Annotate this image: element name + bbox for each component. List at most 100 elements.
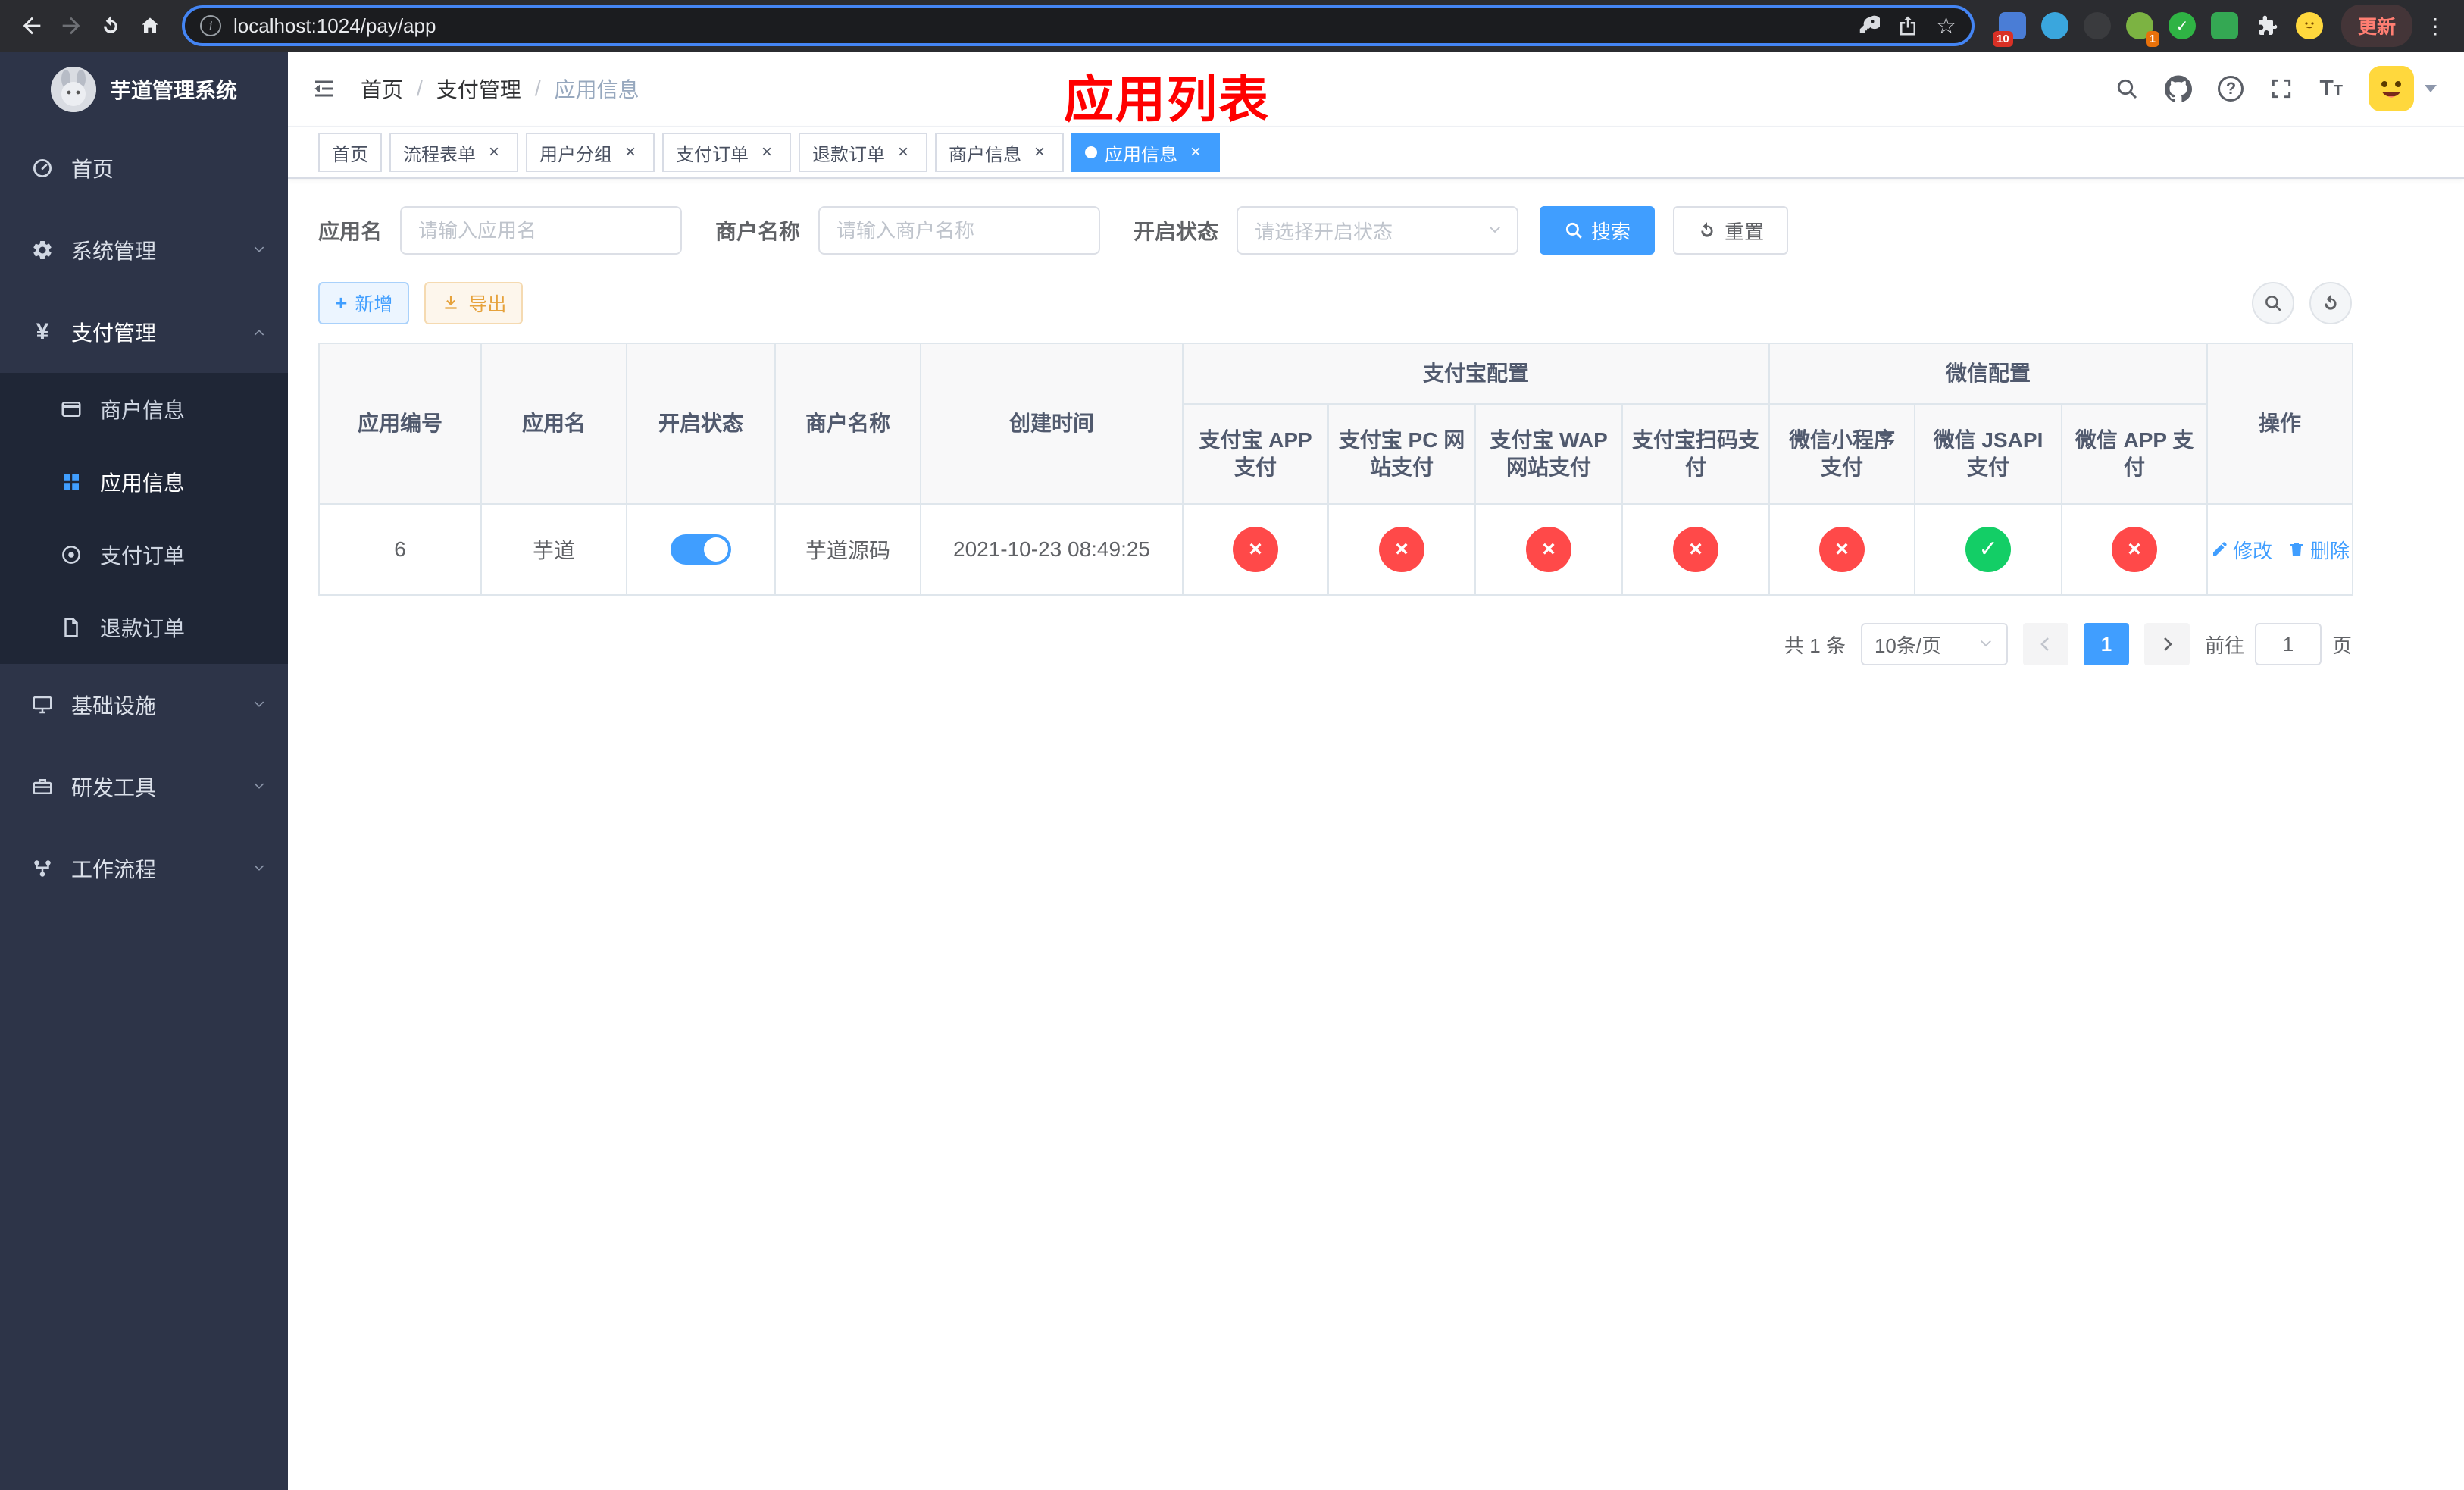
status-select[interactable]: 请选择开启状态 — [1237, 206, 1519, 255]
sidebar-item-dev-tools[interactable]: 研发工具 — [0, 746, 288, 828]
search-button[interactable]: 搜索 — [1540, 206, 1656, 255]
page-size-value: 10条/页 — [1874, 634, 1942, 657]
delete-button[interactable]: 删除 — [2287, 536, 2350, 564]
chevron-down-icon — [252, 697, 267, 712]
extension-icon-apps[interactable]: 10 — [1992, 12, 2026, 47]
edit-button[interactable]: 修改 — [2210, 536, 2272, 564]
col-header-actions: 操作 — [2206, 343, 2354, 505]
password-key-icon[interactable] — [1857, 14, 1881, 37]
sidebar-item-refund-orders[interactable]: 退款订单 — [0, 591, 288, 664]
pagination: 共 1 条 10条/页 1 前往 页 — [318, 623, 2352, 665]
sidebar-item-workflow[interactable]: 工作流程 — [0, 828, 288, 909]
bookmark-star-icon[interactable]: ☆ — [1936, 13, 1956, 39]
main-area: 首页 / 支付管理 / 应用信息 应用列表 ? TT 首页 流程表单 × 用户分… — [288, 52, 2464, 1490]
close-icon[interactable]: × — [1029, 142, 1050, 163]
user-menu[interactable] — [2369, 66, 2437, 111]
chevron-right-icon — [2164, 637, 2172, 651]
sidebar: 芋道管理系统 首页 系统管理 ¥ 支付管理 商户信息 应用信息 支付订单 退款订… — [0, 52, 288, 1490]
sidebar-item-system[interactable]: 系统管理 — [0, 209, 288, 291]
sidebar-item-infrastructure[interactable]: 基础设施 — [0, 664, 288, 746]
extension-icon-green-doc[interactable] — [2210, 12, 2238, 39]
user-avatar — [2369, 66, 2414, 111]
sidebar-item-merchant-info[interactable]: 商户信息 — [0, 373, 288, 446]
header-search-icon[interactable] — [2115, 77, 2139, 101]
extension-icon-dark[interactable] — [2083, 12, 2111, 39]
browser-menu-icon[interactable]: ⋮ — [2419, 14, 2452, 39]
extension-icon-avatar[interactable]: 1 — [2125, 12, 2159, 47]
sidebar-item-home[interactable]: 首页 — [0, 127, 288, 209]
chevron-down-icon — [1487, 222, 1503, 239]
col-header-app-id: 应用编号 — [318, 343, 482, 505]
tab-app-info[interactable]: 应用信息 × — [1071, 133, 1220, 172]
tab-user-group[interactable]: 用户分组 × — [526, 133, 655, 172]
arrow-left-icon — [23, 17, 41, 35]
dashboard-icon — [30, 157, 55, 180]
search-icon — [2265, 296, 2281, 311]
sidebar-item-label: 商户信息 — [100, 399, 186, 422]
app-title: 芋道管理系统 — [109, 79, 237, 102]
goto-page-input[interactable] — [2254, 623, 2322, 665]
table-tools — [2252, 282, 2352, 324]
goto-page: 前往 页 — [2205, 623, 2352, 665]
browser-back-button[interactable] — [12, 6, 52, 45]
sidebar-item-payment[interactable]: ¥ 支付管理 — [0, 291, 288, 373]
close-icon[interactable]: × — [893, 142, 914, 163]
sidebar-item-label: 基础设施 — [71, 694, 157, 718]
close-icon[interactable]: × — [483, 142, 505, 163]
tab-process-form[interactable]: 流程表单 × — [389, 133, 518, 172]
extension-icon-drop[interactable] — [2040, 12, 2068, 39]
extension-icon-emoji-face[interactable] — [2295, 12, 2323, 39]
app-name-input[interactable] — [400, 206, 683, 255]
extension-icon-check[interactable]: ✓ — [2168, 12, 2196, 39]
merchant-name-input[interactable] — [818, 206, 1101, 255]
reset-button[interactable]: 重置 — [1673, 206, 1789, 255]
help-icon[interactable]: ? — [2218, 76, 2244, 102]
add-button[interactable]: + 新增 — [318, 282, 410, 324]
tab-refund-orders[interactable]: 退款订单 × — [799, 133, 927, 172]
download-icon — [445, 296, 457, 309]
cell-merchant: 芋道源码 — [774, 503, 921, 596]
breadcrumb-item-home[interactable]: 首页 — [361, 74, 403, 104]
chevron-up-icon — [252, 324, 267, 340]
status-label: 开启状态 — [1134, 220, 1219, 243]
toggle-search-button[interactable] — [2252, 282, 2294, 324]
status-switch[interactable] — [671, 534, 731, 565]
sidebar-item-pay-orders[interactable]: 支付订单 — [0, 518, 288, 591]
prev-page-button[interactable] — [2022, 623, 2068, 665]
extensions-puzzle-icon[interactable] — [2253, 12, 2281, 39]
status-select-placeholder: 请选择开启状态 — [1255, 220, 1393, 243]
sidebar-logo[interactable]: 芋道管理系统 — [0, 52, 288, 127]
page-size-select[interactable]: 10条/页 — [1860, 623, 2008, 665]
site-info-icon[interactable]: i — [200, 15, 221, 36]
col-header-wechat-jsapi: 微信 JSAPI 支付 — [1914, 403, 2063, 505]
url-text[interactable]: localhost:1024/pay/app — [233, 14, 1845, 38]
tab-home[interactable]: 首页 — [318, 133, 382, 172]
sidebar-item-app-info[interactable]: 应用信息 — [0, 446, 288, 518]
browser-forward-button[interactable] — [52, 6, 91, 45]
extension-badge: 1 — [2145, 31, 2159, 47]
chevron-down-icon — [252, 779, 267, 794]
close-icon[interactable]: × — [756, 142, 777, 163]
page-number-button[interactable]: 1 — [2083, 623, 2129, 665]
channel-enabled-icon: ✓ — [1965, 527, 2012, 572]
browser-update-button[interactable]: 更新 — [2340, 5, 2412, 47]
close-icon[interactable]: × — [1185, 142, 1206, 163]
next-page-button[interactable] — [2143, 623, 2190, 665]
sidebar-item-label: 支付订单 — [100, 544, 186, 568]
font-size-icon[interactable]: TT — [2319, 77, 2343, 100]
col-header-wechat-app: 微信 APP 支付 — [2061, 403, 2209, 505]
browser-reload-button[interactable] — [91, 6, 130, 45]
col-header-merchant: 商户名称 — [774, 343, 921, 505]
goto-suffix: 页 — [2331, 634, 2352, 657]
share-icon[interactable] — [1896, 14, 1919, 37]
address-bar[interactable]: i localhost:1024/pay/app ☆ — [182, 5, 1975, 46]
refresh-table-button[interactable] — [2309, 282, 2352, 324]
tab-merchant-info[interactable]: 商户信息 × — [935, 133, 1064, 172]
fullscreen-icon[interactable] — [2269, 77, 2294, 101]
sidebar-toggle-button[interactable] — [288, 52, 361, 127]
close-icon[interactable]: × — [620, 142, 641, 163]
export-button[interactable]: 导出 — [424, 282, 524, 324]
browser-home-button[interactable] — [130, 6, 170, 45]
github-icon[interactable] — [2165, 75, 2193, 102]
tab-pay-orders[interactable]: 支付订单 × — [662, 133, 791, 172]
